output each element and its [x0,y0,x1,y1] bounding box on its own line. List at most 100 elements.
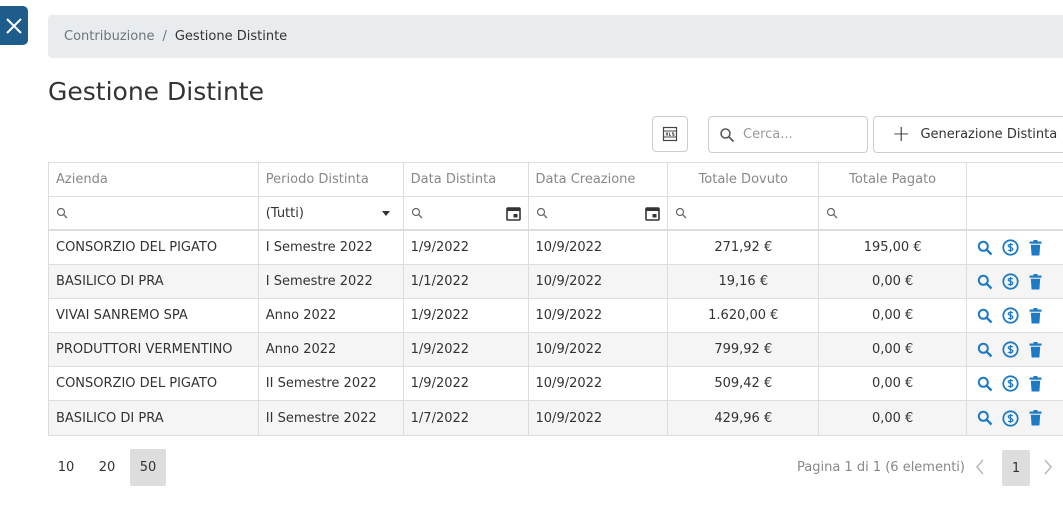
page-title: Gestione Distinte [48,77,264,106]
cell-totale-pagato: 0,00 € [819,367,968,400]
view-details-icon[interactable] [977,376,993,392]
cell-data-creazione: 10/9/2022 [529,231,669,264]
page-size-selector: 10 20 50 [48,449,171,486]
trash-icon[interactable] [1028,239,1043,256]
cell-data-creazione: 10/9/2022 [529,367,669,400]
trash-icon[interactable] [1028,341,1043,358]
export-xlsx-button[interactable] [652,116,688,152]
next-page-button[interactable] [1038,452,1058,482]
row-actions [967,231,1063,264]
cell-data-distinta: 1/9/2022 [404,299,529,332]
breadcrumb-item-contribuzione[interactable]: Contribuzione [64,29,154,44]
row-actions [967,299,1063,332]
generate-distinta-button[interactable]: + Generazione Distinta [873,116,1063,153]
grid-body: CONSORZIO DEL PIGATO I Semestre 2022 1/9/2… [49,231,1063,435]
header-actions [967,163,1063,196]
cell-data-creazione: 10/9/2022 [529,401,669,435]
filter-totale-pagato[interactable] [819,197,968,229]
trash-icon[interactable] [1028,273,1043,290]
row-actions [967,333,1063,366]
cell-periodo-distinta: Anno 2022 [259,299,404,332]
view-details-icon[interactable] [977,240,993,256]
cell-data-distinta: 1/9/2022 [404,231,529,264]
cell-data-distinta: 1/9/2022 [404,333,529,366]
header-totale-dovuto[interactable]: Totale Dovuto [668,163,820,196]
search-icon [56,207,68,219]
cell-totale-pagato: 195,00 € [819,231,968,264]
cell-azienda: BASILICO DI PRA [49,265,259,298]
search-icon [720,127,735,142]
trash-icon[interactable] [1028,307,1043,324]
calendar-icon[interactable] [505,206,521,221]
filter-totale-dovuto[interactable] [668,197,820,229]
payment-icon[interactable] [1002,409,1019,427]
chevron-left-icon [975,459,984,475]
page-number-button[interactable]: 1 [1002,450,1030,486]
header-azienda[interactable]: Azienda [49,163,259,196]
payment-icon[interactable] [1002,239,1019,256]
search-icon [827,207,838,219]
search-icon [411,207,423,219]
xlsx-icon [662,126,678,142]
close-icon [6,17,22,34]
close-button[interactable] [0,6,28,45]
cell-periodo-distinta: I Semestre 2022 [259,265,404,298]
filter-data-creazione[interactable] [529,197,669,229]
search-icon [536,207,547,219]
breadcrumb-current: Gestione Distinte [174,29,288,44]
cell-azienda: CONSORZIO DEL PIGATO [49,231,259,264]
cell-totale-dovuto: 509,42 € [668,367,820,400]
cell-data-distinta: 1/1/2022 [404,265,529,298]
header-data-distinta[interactable]: Data Distinta [404,163,529,196]
grid-filter-row: (Tutti) [49,197,1063,231]
payment-icon[interactable] [1002,273,1019,290]
payment-icon[interactable] [1002,307,1019,324]
cell-data-distinta: 1/7/2022 [404,401,529,435]
header-periodo-distinta[interactable]: Periodo Distinta [259,163,404,196]
header-totale-pagato[interactable]: Totale Pagato [819,163,968,196]
cell-data-creazione: 10/9/2022 [529,333,669,366]
search-icon [676,207,687,219]
header-data-creazione[interactable]: Data Creazione [529,163,669,196]
payment-icon[interactable] [1002,341,1019,358]
view-details-icon[interactable] [977,308,993,324]
breadcrumb: Contribuzione / Gestione Distinte [48,15,1063,58]
table-row[interactable]: CONSORZIO DEL PIGATO II Semestre 2022 1/9/… [49,367,1063,401]
calendar-icon[interactable] [645,206,661,221]
cell-totale-dovuto: 271,92 € [668,231,820,264]
table-row[interactable]: BASILICO DI PRA II Semestre 2022 1/7/2022 1… [49,401,1063,435]
trash-icon[interactable] [1028,410,1043,426]
table-row[interactable]: CONSORZIO DEL PIGATO I Semestre 2022 1/9/2… [49,231,1063,265]
table-row[interactable]: VIVAI SANREMO SPA Anno 2022 1/9/2022 10/9/2… [49,299,1063,333]
page-size-50[interactable]: 50 [130,449,166,486]
cell-data-creazione: 10/9/2022 [529,265,669,298]
page-size-10[interactable]: 10 [48,449,84,486]
view-details-icon[interactable] [977,410,993,426]
table-row[interactable]: PRODUTTORI VERMENTINO Anno 2022 1/9/2022 10… [49,333,1063,367]
page-size-20[interactable]: 20 [89,449,125,486]
cell-azienda: CONSORZIO DEL PIGATO [49,367,259,400]
cell-periodo-distinta: Anno 2022 [259,333,404,366]
plus-icon: + [892,121,911,147]
filter-data-distinta[interactable] [404,197,529,229]
cell-totale-pagato: 0,00 € [819,333,968,366]
cell-periodo-distinta: II Semestre 2022 [259,367,404,400]
filter-periodo-select[interactable]: (Tutti) [259,197,404,229]
chevron-down-icon [381,210,390,216]
prev-page-button[interactable] [970,452,990,482]
search-input[interactable] [743,127,853,142]
data-grid: Azienda Periodo Distinta Data Distinta D… [48,162,1063,436]
view-details-icon[interactable] [977,274,993,290]
payment-icon[interactable] [1002,375,1019,392]
view-details-icon[interactable] [977,342,993,358]
table-row[interactable]: BASILICO DI PRA I Semestre 2022 1/1/2022 10… [49,265,1063,299]
cell-totale-dovuto: 19,16 € [668,265,820,298]
filter-azienda[interactable] [49,197,259,229]
row-actions [967,367,1063,400]
filter-periodo-value: (Tutti) [265,205,304,221]
cell-totale-dovuto: 799,92 € [668,333,820,366]
search-box[interactable] [708,116,868,153]
trash-icon[interactable] [1028,375,1043,392]
grid-header-row: Azienda Periodo Distinta Data Distinta D… [49,163,1063,197]
cell-totale-pagato: 0,00 € [819,299,968,332]
